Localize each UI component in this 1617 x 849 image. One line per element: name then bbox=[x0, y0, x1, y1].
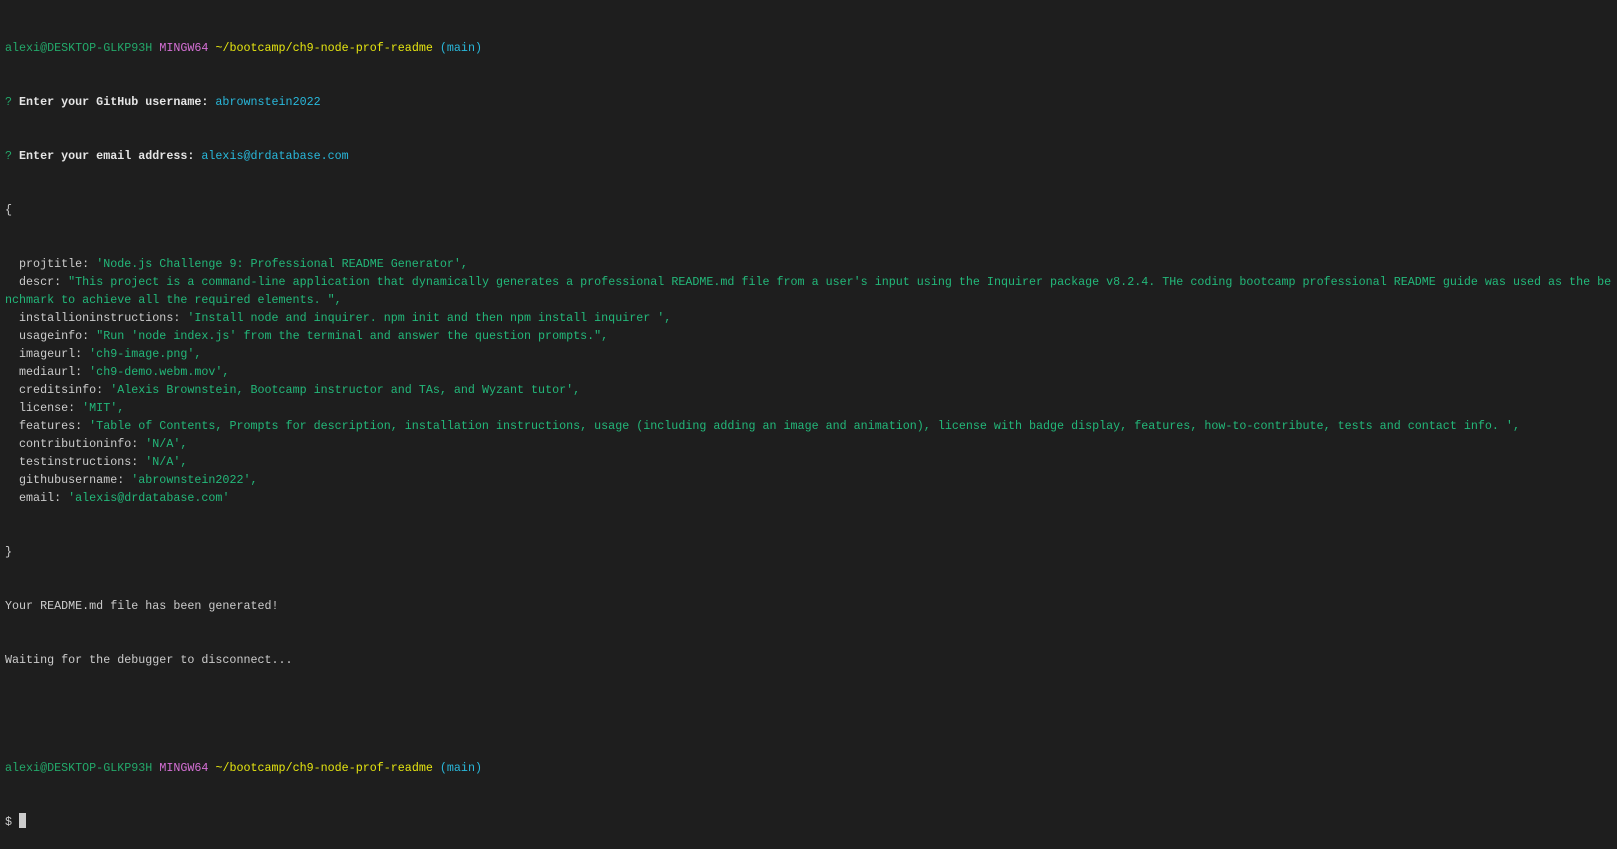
field-value: 'ch9-demo.webm.mov', bbox=[89, 365, 230, 379]
open-brace: { bbox=[5, 203, 13, 217]
field-line: license: 'MIT', bbox=[5, 399, 1615, 417]
field-key: installioninstructions: bbox=[5, 311, 188, 325]
field-key: imageurl: bbox=[5, 347, 90, 361]
field-line: installioninstructions: 'Install node an… bbox=[5, 309, 1615, 327]
field-line: contributioninfo: 'N/A', bbox=[5, 435, 1615, 453]
field-key: creditsinfo: bbox=[5, 383, 111, 397]
field-key: descr: bbox=[5, 275, 69, 289]
field-value: 'N/A', bbox=[145, 437, 188, 451]
field-key: license: bbox=[5, 401, 83, 415]
shell-prompt: alexi@DESKTOP-GLKP93H MINGW64 ~/bootcamp… bbox=[5, 761, 482, 775]
field-value: "Run 'node index.js' from the terminal a… bbox=[96, 329, 609, 343]
field-value: 'alexis@drdatabase.com' bbox=[68, 491, 230, 505]
field-line: features: 'Table of Contents, Prompts fo… bbox=[5, 417, 1615, 435]
field-value: 'N/A', bbox=[145, 455, 188, 469]
field-value: "This project is a command-line applicat… bbox=[5, 275, 1612, 307]
field-line: descr: "This project is a command-line a… bbox=[5, 273, 1615, 309]
close-brace: } bbox=[5, 545, 13, 559]
field-value: 'Alexis Brownstein, Bootcamp instructor … bbox=[110, 383, 581, 397]
message-line: Waiting for the debugger to disconnect..… bbox=[5, 653, 293, 667]
field-line: usageinfo: "Run 'node index.js' from the… bbox=[5, 327, 1615, 345]
shell-prompt: alexi@DESKTOP-GLKP93H MINGW64 ~/bootcamp… bbox=[5, 41, 482, 55]
field-value: 'MIT', bbox=[82, 401, 125, 415]
field-line: email: 'alexis@drdatabase.com' bbox=[5, 489, 1615, 507]
field-key: githubusername: bbox=[5, 473, 132, 487]
field-line: creditsinfo: 'Alexis Brownstein, Bootcam… bbox=[5, 381, 1615, 399]
field-key: usageinfo: bbox=[5, 329, 97, 343]
question-line: ? Enter your GitHub username: abrownstei… bbox=[5, 95, 321, 109]
question-line: ? Enter your email address: alexis@drdat… bbox=[5, 149, 349, 163]
field-key: email: bbox=[5, 491, 69, 505]
field-key: testinstructions: bbox=[5, 455, 146, 469]
field-line: testinstructions: 'N/A', bbox=[5, 453, 1615, 471]
field-line: mediaurl: 'ch9-demo.webm.mov', bbox=[5, 363, 1615, 381]
input-line[interactable]: $ bbox=[5, 813, 1615, 831]
field-key: projtitle: bbox=[5, 257, 97, 271]
field-line: projtitle: 'Node.js Challenge 9: Profess… bbox=[5, 255, 1615, 273]
field-key: features: bbox=[5, 419, 90, 433]
cursor bbox=[19, 813, 27, 828]
field-value: 'abrownstein2022', bbox=[131, 473, 258, 487]
object-fields: projtitle: 'Node.js Challenge 9: Profess… bbox=[5, 255, 1615, 507]
field-value: 'Table of Contents, Prompts for descript… bbox=[89, 419, 1520, 433]
field-line: githubusername: 'abrownstein2022', bbox=[5, 471, 1615, 489]
field-value: 'Install node and inquirer. npm init and… bbox=[187, 311, 672, 325]
field-line: imageurl: 'ch9-image.png', bbox=[5, 345, 1615, 363]
message-line: Your README.md file has been generated! bbox=[5, 599, 279, 613]
field-value: 'Node.js Challenge 9: Professional READM… bbox=[96, 257, 468, 271]
field-value: 'ch9-image.png', bbox=[89, 347, 202, 361]
field-key: mediaurl: bbox=[5, 365, 90, 379]
terminal-output[interactable]: alexi@DESKTOP-GLKP93H MINGW64 ~/bootcamp… bbox=[0, 0, 1615, 849]
field-key: contributioninfo: bbox=[5, 437, 146, 451]
